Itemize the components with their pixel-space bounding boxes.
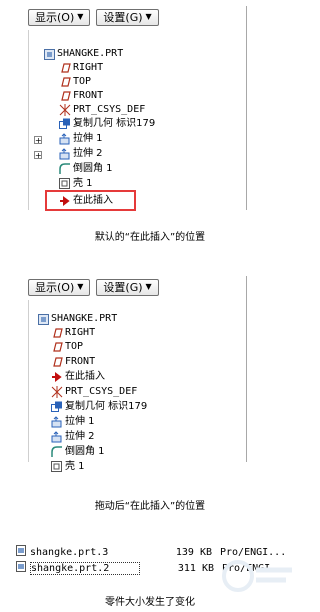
settings-menu-button[interactable]: 设置(G) ▼ bbox=[96, 278, 159, 296]
tree-item-label: 壳 1 bbox=[73, 178, 93, 189]
show-menu-button[interactable]: 显示(O) ▼ bbox=[28, 278, 91, 296]
tree-item-label: PRT_CSYS_DEF bbox=[73, 104, 146, 115]
tree-item-datum-right[interactable]: RIGHT bbox=[59, 61, 103, 75]
tree-item-label: FRONT bbox=[65, 356, 96, 367]
show-menu-label: 显示(O) bbox=[35, 281, 75, 294]
settings-menu-label: 设置(G) bbox=[103, 281, 143, 294]
tree-item-copy-geometry[interactable]: 复制几何 标识179 bbox=[51, 400, 147, 414]
tree-item-label: SHANGKE.PRT bbox=[57, 48, 124, 59]
datum-plane-icon bbox=[59, 76, 71, 88]
round-icon bbox=[59, 163, 71, 175]
tree-item-datum-top[interactable]: TOP bbox=[59, 75, 91, 89]
datum-plane-icon bbox=[51, 356, 63, 368]
insert-arrow-icon bbox=[51, 371, 63, 383]
tree-item-datum-front[interactable]: FRONT bbox=[51, 355, 95, 369]
settings-menu-button[interactable]: 设置(G) ▼ bbox=[96, 8, 159, 26]
model-tree-toolbar: 显示(O) ▼ 设置(G) ▼ bbox=[28, 6, 246, 28]
file-icon bbox=[16, 561, 26, 575]
tree-item-insert-here[interactable]: 在此插入 bbox=[51, 370, 105, 384]
tree-item-extrude-2[interactable]: 拉伸 2 bbox=[59, 147, 103, 161]
tree-item-label: 在此插入 bbox=[73, 195, 113, 206]
datum-plane-icon bbox=[51, 327, 63, 339]
tree-item-insert-here[interactable]: 在此插入 bbox=[59, 194, 113, 208]
model-tree-toolbar: 显示(O) ▼ 设置(G) ▼ bbox=[28, 276, 246, 298]
tree-item-label: RIGHT bbox=[65, 327, 96, 338]
tree-item-csys[interactable]: PRT_CSYS_DEF bbox=[59, 103, 145, 117]
copy-geometry-icon bbox=[59, 118, 71, 130]
expand-toggle[interactable]: + bbox=[34, 136, 42, 145]
extrude-icon bbox=[51, 416, 63, 428]
caption-dragged-position: 拖动后“在此插入”的位置 bbox=[94, 501, 206, 512]
chevron-down-icon: ▼ bbox=[77, 282, 84, 291]
model-tree-panel-dragged: 显示(O) ▼ 设置(G) ▼ SHANGKE.PRT RIGHT TOP FR… bbox=[28, 276, 247, 472]
tree-item-datum-front[interactable]: FRONT bbox=[59, 89, 103, 103]
csys-icon bbox=[59, 104, 71, 116]
part-icon bbox=[43, 48, 55, 60]
datum-plane-icon bbox=[59, 90, 71, 102]
tree-item-label: 拉伸 1 bbox=[65, 416, 95, 427]
tree-item-round[interactable]: 倒圆角 1 bbox=[59, 162, 113, 176]
csys-icon bbox=[51, 386, 63, 398]
tree-item-copy-geometry[interactable]: 复制几何 标识179 bbox=[59, 117, 155, 131]
tree-item-label: 复制几何 标识179 bbox=[65, 401, 148, 412]
chevron-down-icon: ▼ bbox=[145, 282, 152, 291]
file-size: 139 KB bbox=[175, 546, 212, 558]
copy-geometry-icon bbox=[51, 401, 63, 413]
tree-item-extrude-1[interactable]: 拉伸 1 bbox=[51, 415, 95, 429]
expand-toggle[interactable]: + bbox=[34, 151, 42, 160]
tree-item-label: 在此插入 bbox=[65, 371, 105, 382]
tree-item-label: TOP bbox=[73, 76, 92, 87]
insert-arrow-icon bbox=[59, 195, 71, 207]
tree-item-part[interactable]: SHANGKE.PRT bbox=[37, 312, 117, 326]
tree-item-label: 倒圆角 1 bbox=[65, 446, 105, 457]
tree-item-csys[interactable]: PRT_CSYS_DEF bbox=[51, 385, 137, 399]
tree-item-label: FRONT bbox=[73, 90, 104, 101]
chevron-down-icon: ▼ bbox=[77, 12, 84, 21]
shell-icon bbox=[51, 461, 63, 473]
model-tree: SHANGKE.PRT RIGHT TOP FRONT PRT_CSYS_DEF… bbox=[28, 30, 245, 211]
tree-item-label: 拉伸 2 bbox=[65, 431, 95, 442]
tree-item-part[interactable]: SHANGKE.PRT bbox=[43, 47, 123, 61]
show-menu-label: 显示(O) bbox=[35, 11, 75, 24]
file-name: shangke.prt.2 bbox=[30, 561, 140, 575]
extrude-icon bbox=[59, 148, 71, 160]
tree-item-label: 倒圆角 1 bbox=[73, 163, 113, 174]
caption-default-position: 默认的“在此插入”的位置 bbox=[94, 232, 206, 243]
shell-icon bbox=[59, 178, 71, 190]
datum-plane-icon bbox=[59, 62, 71, 74]
tree-item-datum-top[interactable]: TOP bbox=[51, 340, 83, 354]
tree-item-label: 壳 1 bbox=[65, 461, 85, 472]
tree-item-extrude-1[interactable]: 拉伸 1 bbox=[59, 132, 103, 146]
tree-item-label: 复制几何 标识179 bbox=[73, 118, 156, 129]
chevron-down-icon: ▼ bbox=[145, 12, 152, 21]
file-size: 311 KB bbox=[177, 562, 214, 574]
tree-item-label: 拉伸 2 bbox=[73, 148, 103, 159]
file-name: shangke.prt.3 bbox=[30, 546, 109, 558]
show-menu-button[interactable]: 显示(O) ▼ bbox=[28, 8, 91, 26]
tree-item-extrude-2[interactable]: 拉伸 2 bbox=[51, 430, 95, 444]
watermark-logo bbox=[222, 560, 292, 592]
tree-item-label: PRT_CSYS_DEF bbox=[65, 386, 138, 397]
extrude-icon bbox=[59, 133, 71, 145]
tree-item-shell[interactable]: 壳 1 bbox=[59, 177, 93, 191]
model-tree: SHANGKE.PRT RIGHT TOP FRONT 在此插入 PRT_CSY… bbox=[28, 300, 245, 472]
tree-item-label: SHANGKE.PRT bbox=[51, 313, 118, 324]
tree-item-datum-right[interactable]: RIGHT bbox=[51, 326, 95, 340]
file-icon bbox=[16, 545, 26, 559]
tree-item-round[interactable]: 倒圆角 1 bbox=[51, 445, 105, 459]
model-tree-panel-default: 显示(O) ▼ 设置(G) ▼ SHANGKE.PRT RIGHT TOP FR… bbox=[28, 6, 247, 211]
tree-item-label: RIGHT bbox=[73, 62, 104, 73]
tree-item-label: TOP bbox=[65, 341, 84, 352]
extrude-icon bbox=[51, 431, 63, 443]
datum-plane-icon bbox=[51, 341, 63, 353]
tree-item-label: 拉伸 1 bbox=[73, 133, 103, 144]
round-icon bbox=[51, 446, 63, 458]
part-icon bbox=[37, 313, 49, 325]
settings-menu-label: 设置(G) bbox=[103, 11, 143, 24]
tree-item-shell[interactable]: 壳 1 bbox=[51, 460, 85, 474]
